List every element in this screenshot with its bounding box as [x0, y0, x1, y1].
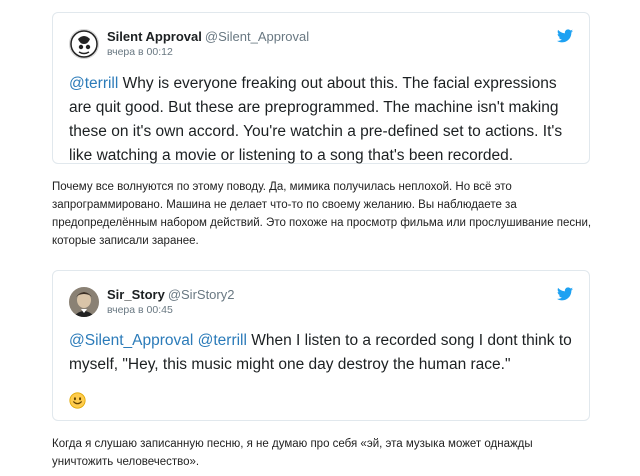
- tweet-body: Why is everyone freaking out about this.…: [69, 75, 563, 164]
- author-handle[interactable]: @SirStory2: [168, 287, 235, 302]
- user-avatar[interactable]: [69, 29, 99, 59]
- mention-link[interactable]: @terrill: [69, 75, 118, 92]
- mention-link[interactable]: @terrill: [198, 332, 247, 349]
- author-handle[interactable]: @Silent_Approval: [205, 29, 309, 44]
- tweet-text: @Silent_Approval @terrill When I listen …: [69, 329, 573, 377]
- tweet-header: Sir_Story @SirStory2 вчера в 00:45: [69, 285, 573, 319]
- tweet-card[interactable]: Sir_Story @SirStory2 вчера в 00:45 @Silen…: [52, 270, 590, 421]
- tweet-card[interactable]: Silent Approval @Silent_Approval вчера в …: [52, 12, 590, 164]
- tweet-timestamp[interactable]: вчера в 00:45: [107, 304, 173, 316]
- user-avatar[interactable]: [69, 287, 99, 317]
- translation-text: Почему все волнуются по этому поводу. Да…: [52, 181, 592, 247]
- author-display-name[interactable]: Sir_Story: [107, 287, 165, 302]
- twitter-bird-icon[interactable]: [557, 287, 573, 301]
- author-display-name[interactable]: Silent Approval: [107, 29, 202, 44]
- tweet-header: Silent Approval @Silent_Approval вчера в …: [69, 27, 573, 61]
- author-line: Sir_Story @SirStory2: [107, 287, 234, 302]
- tweet-timestamp[interactable]: вчера в 00:12: [107, 46, 173, 58]
- author-line: Silent Approval @Silent_Approval: [107, 29, 309, 44]
- twitter-bird-icon[interactable]: [557, 29, 573, 43]
- smiley-emoji-icon: [69, 392, 86, 409]
- mention-link[interactable]: @Silent_Approval: [69, 332, 193, 349]
- translation-text: Когда я слушаю записанную песню, я не ду…: [52, 438, 533, 468]
- tweet-text: @terrill Why is everyone freaking out ab…: [69, 72, 573, 168]
